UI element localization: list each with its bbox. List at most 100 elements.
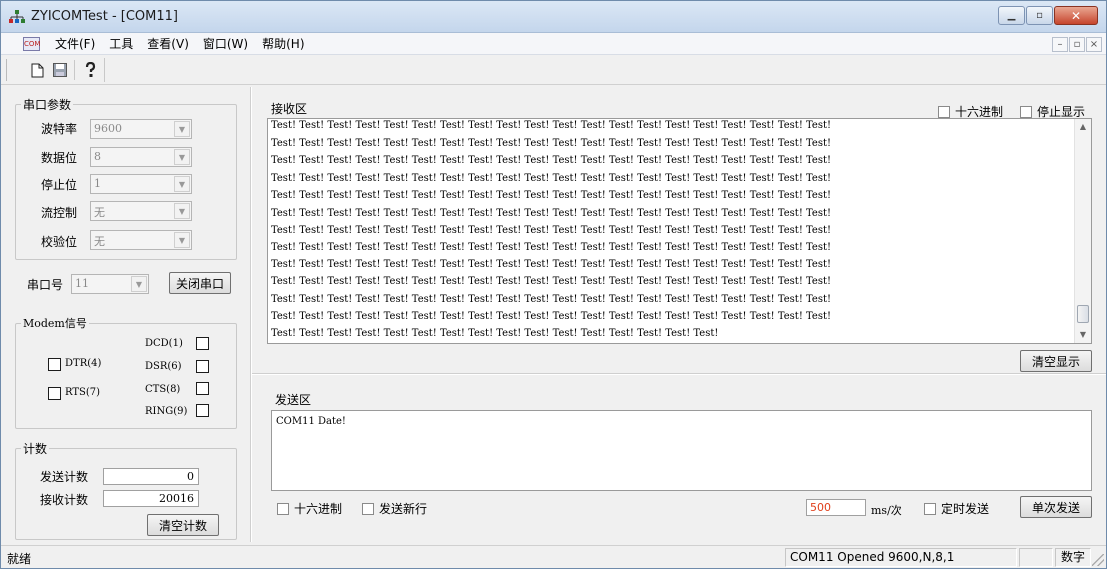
send-hex-option[interactable]: 十六进制: [277, 500, 342, 517]
chevron-down-icon: ▼: [174, 176, 190, 192]
mdi-minimize-button[interactable]: –: [1052, 37, 1068, 52]
chevron-down-icon: ▼: [174, 149, 190, 165]
toolbar: [1, 56, 1106, 85]
serial-params-label: 串口参数: [21, 96, 74, 113]
send-newline-label: 发送新行: [379, 502, 428, 516]
title-bar[interactable]: ZYICOMTest - [COM11] ▁ ▫ ✕: [1, 1, 1106, 33]
num-lock-indicator: 数字: [1055, 548, 1091, 567]
modem-label: Modem信号: [21, 315, 89, 331]
dcd-label: DCD(1): [145, 338, 183, 349]
receive-line: Test! Test! Test! Test! Test! Test! Test…: [271, 190, 832, 201]
timed-send-checkbox[interactable]: [924, 502, 936, 515]
dtr-checkbox[interactable]: [48, 358, 61, 371]
stop-bits-select[interactable]: 1 ▼: [90, 174, 192, 194]
send-newline-checkbox[interactable]: [362, 502, 374, 515]
parity-label: 校验位: [41, 235, 78, 249]
receive-line: Test! Test! Test! Test! Test! Test! Test…: [271, 328, 719, 339]
close-icon: ✕: [1070, 8, 1082, 23]
mdi-close-button[interactable]: ×: [1086, 37, 1102, 52]
send-content: COM11 Date!: [276, 416, 346, 427]
receive-line: Test! Test! Test! Test! Test! Test! Test…: [271, 276, 832, 287]
help-button[interactable]: [81, 61, 99, 79]
receive-line: Test! Test! Test! Test! Test! Test! Test…: [271, 155, 832, 166]
baud-rate-select[interactable]: 9600 ▼: [90, 119, 192, 139]
vertical-splitter[interactable]: [250, 87, 252, 542]
scroll-thumb[interactable]: [1077, 305, 1089, 323]
chevron-down-icon: ▼: [174, 203, 190, 219]
clear-count-button[interactable]: 清空计数: [147, 514, 219, 536]
toolbar-end: [104, 58, 105, 82]
toolbar-separator: [74, 60, 75, 80]
menu-window[interactable]: 窗口(W): [196, 36, 255, 52]
scroll-down-icon[interactable]: ▼: [1075, 327, 1091, 343]
flow-control-select[interactable]: 无 ▼: [90, 201, 192, 221]
receive-line: Test! Test! Test! Test! Test! Test! Test…: [271, 173, 832, 184]
parity-value: 无: [94, 235, 105, 248]
mdi-restore-button[interactable]: ▫: [1069, 37, 1085, 52]
status-bar: 就绪 COM11 Opened 9600,N,8,1 数字: [1, 545, 1106, 568]
send-hex-checkbox[interactable]: [277, 502, 289, 515]
send-area-label: 发送区: [275, 393, 312, 407]
menu-help[interactable]: 帮助(H): [255, 36, 311, 52]
send-count-value: 0: [103, 468, 199, 485]
close-port-button[interactable]: 关闭串口: [169, 272, 231, 294]
save-icon: [53, 63, 67, 77]
new-document-button[interactable]: [28, 61, 46, 79]
toolbar-grip[interactable]: [6, 59, 9, 81]
help-icon: [85, 62, 96, 77]
receive-line: Test! Test! Test! Test! Test! Test! Test…: [271, 225, 832, 236]
receive-line: Test! Test! Test! Test! Test! Test! Test…: [271, 208, 832, 219]
timed-send-option[interactable]: 定时发送: [924, 500, 989, 517]
chevron-down-icon: ▼: [174, 232, 190, 248]
cts-label: CTS(8): [145, 384, 181, 395]
com-document-icon[interactable]: COM: [23, 37, 40, 51]
dsr-indicator: [196, 360, 209, 373]
port-number-select[interactable]: 11 ▼: [71, 274, 149, 294]
network-icon: [9, 10, 25, 23]
receive-textarea[interactable]: Test! Test! Test! Test! Test! Test! Test…: [267, 118, 1092, 344]
menu-tools[interactable]: 工具: [102, 36, 140, 52]
receive-line: Test! Test! Test! Test! Test! Test! Test…: [271, 138, 832, 149]
scroll-up-icon[interactable]: ▲: [1075, 119, 1091, 135]
menu-bar: COM 文件(F) 工具 查看(V) 窗口(W) 帮助(H) – ▫ ×: [1, 33, 1106, 55]
recv-count-value: 20016: [103, 490, 199, 507]
clear-display-button[interactable]: 清空显示: [1020, 350, 1092, 372]
send-newline-option[interactable]: 发送新行: [362, 500, 427, 517]
menu-file[interactable]: 文件(F): [48, 36, 102, 52]
restore-button[interactable]: ▫: [1026, 6, 1053, 25]
interval-input[interactable]: 500: [806, 499, 866, 516]
ring-indicator: [196, 404, 209, 417]
recv-count-label: 接收计数: [40, 493, 89, 507]
dcd-indicator: [196, 337, 209, 350]
parity-select[interactable]: 无 ▼: [90, 230, 192, 250]
ring-label: RING(9): [145, 406, 188, 417]
single-send-button[interactable]: 单次发送: [1020, 496, 1092, 518]
receive-line: Test! Test! Test! Test! Test! Test! Test…: [271, 294, 832, 305]
receive-scrollbar[interactable]: ▲ ▼: [1074, 119, 1091, 343]
rts-checkbox[interactable]: [48, 387, 61, 400]
send-hex-label: 十六进制: [294, 502, 343, 516]
horizontal-splitter[interactable]: [252, 373, 1106, 375]
receive-line: Test! Test! Test! Test! Test! Test! Test…: [271, 311, 832, 322]
resize-grip-icon[interactable]: [1092, 554, 1104, 566]
save-button[interactable]: [51, 61, 69, 79]
baud-rate-label: 波特率: [41, 122, 78, 136]
close-button[interactable]: ✕: [1054, 6, 1098, 25]
stop-display-checkbox[interactable]: [1020, 105, 1032, 118]
flow-control-label: 流控制: [41, 206, 78, 220]
send-textarea[interactable]: COM11 Date!: [271, 410, 1092, 491]
flow-control-value: 无: [94, 206, 105, 219]
status-blank-pane: [1019, 548, 1053, 567]
data-bits-label: 数据位: [41, 151, 78, 165]
send-count-label: 发送计数: [40, 470, 89, 484]
stop-bits-label: 停止位: [41, 178, 78, 192]
data-bits-value: 8: [94, 150, 101, 163]
status-ready: 就绪: [7, 552, 32, 566]
receive-area-label: 接收区: [271, 102, 308, 116]
dtr-label: DTR(4): [65, 358, 102, 369]
minimize-button[interactable]: ▁: [998, 6, 1025, 25]
cts-indicator: [196, 382, 209, 395]
data-bits-select[interactable]: 8 ▼: [90, 147, 192, 167]
menu-view[interactable]: 查看(V): [140, 36, 196, 52]
recv-hex-checkbox[interactable]: [938, 105, 950, 118]
